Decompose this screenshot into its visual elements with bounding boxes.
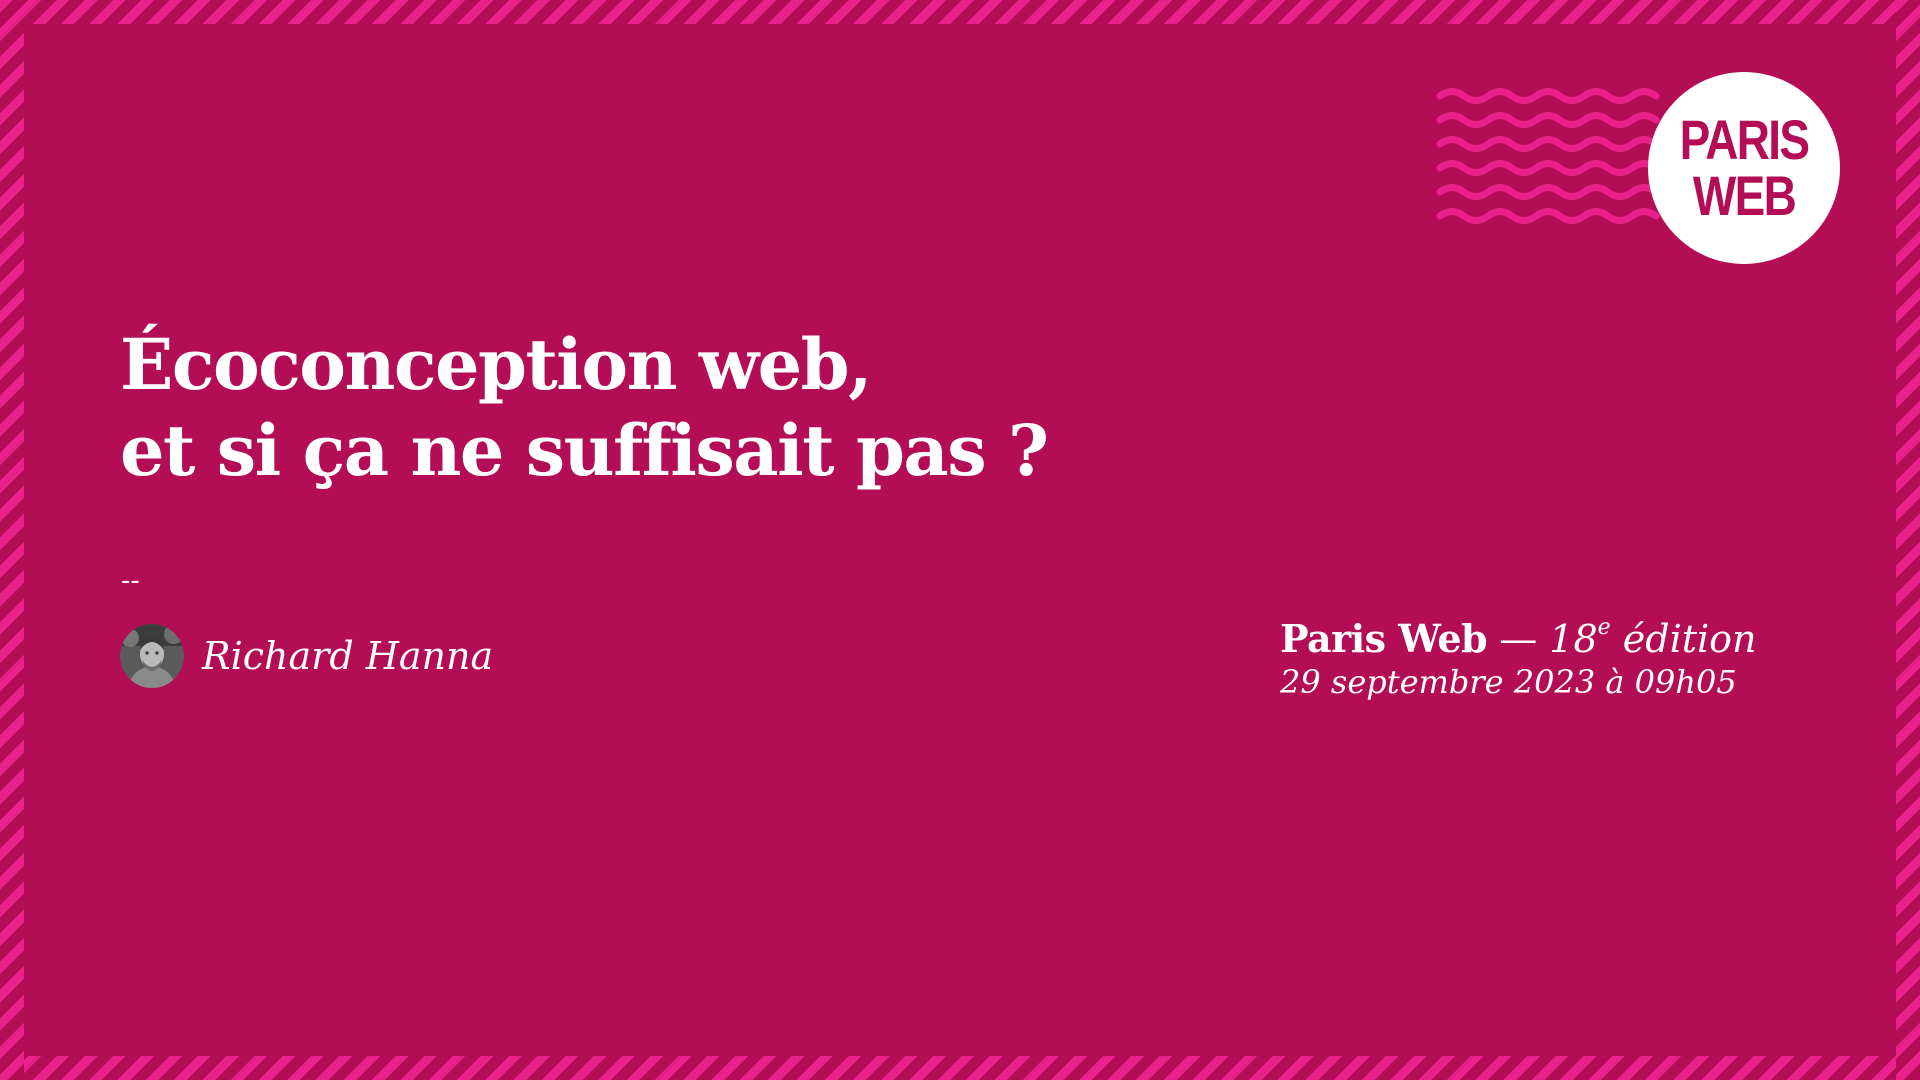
paris-web-logo: PARIS WEB — [1648, 72, 1840, 264]
edition-superscript: e — [1597, 615, 1611, 640]
talk-title-line-2: et si ça ne suffisait pas ? — [120, 409, 1049, 492]
striped-border-left — [0, 0, 24, 1080]
slide: PARIS WEB Écoconception web, et si ça ne… — [0, 0, 1920, 1080]
talk-title-line-1: Écoconception web, — [120, 323, 872, 406]
event-edition-line: Paris Web — 18e édition — [1280, 616, 1757, 662]
event-name: Paris Web — [1280, 616, 1488, 661]
logo-line-paris: PARIS — [1679, 108, 1810, 171]
talk-title: Écoconception web, et si ça ne suffisait… — [120, 322, 1049, 494]
event-info: Paris Web — 18e édition 29 septembre 202… — [1280, 616, 1757, 702]
logo-text: PARIS WEB — [1665, 112, 1822, 224]
logo-line-web: WEB — [1692, 164, 1797, 227]
logo-area: PARIS WEB — [1436, 70, 1844, 270]
speaker-name: Richard Hanna — [202, 634, 494, 678]
event-date: 29 septembre 2023 à 09h05 — [1280, 663, 1737, 701]
edition-number: 18 — [1549, 617, 1598, 661]
striped-border-right — [1896, 0, 1920, 1080]
edition-word: édition — [1622, 617, 1757, 661]
speaker: Richard Hanna — [120, 624, 493, 688]
separator: -- — [121, 566, 140, 596]
striped-border-top — [0, 0, 1920, 24]
speaker-avatar — [120, 624, 184, 688]
event-dash: — — [1499, 617, 1538, 661]
speaker-photo-icon — [120, 624, 184, 688]
striped-border-bottom — [0, 1056, 1920, 1080]
waves-decoration-icon — [1436, 88, 1660, 224]
